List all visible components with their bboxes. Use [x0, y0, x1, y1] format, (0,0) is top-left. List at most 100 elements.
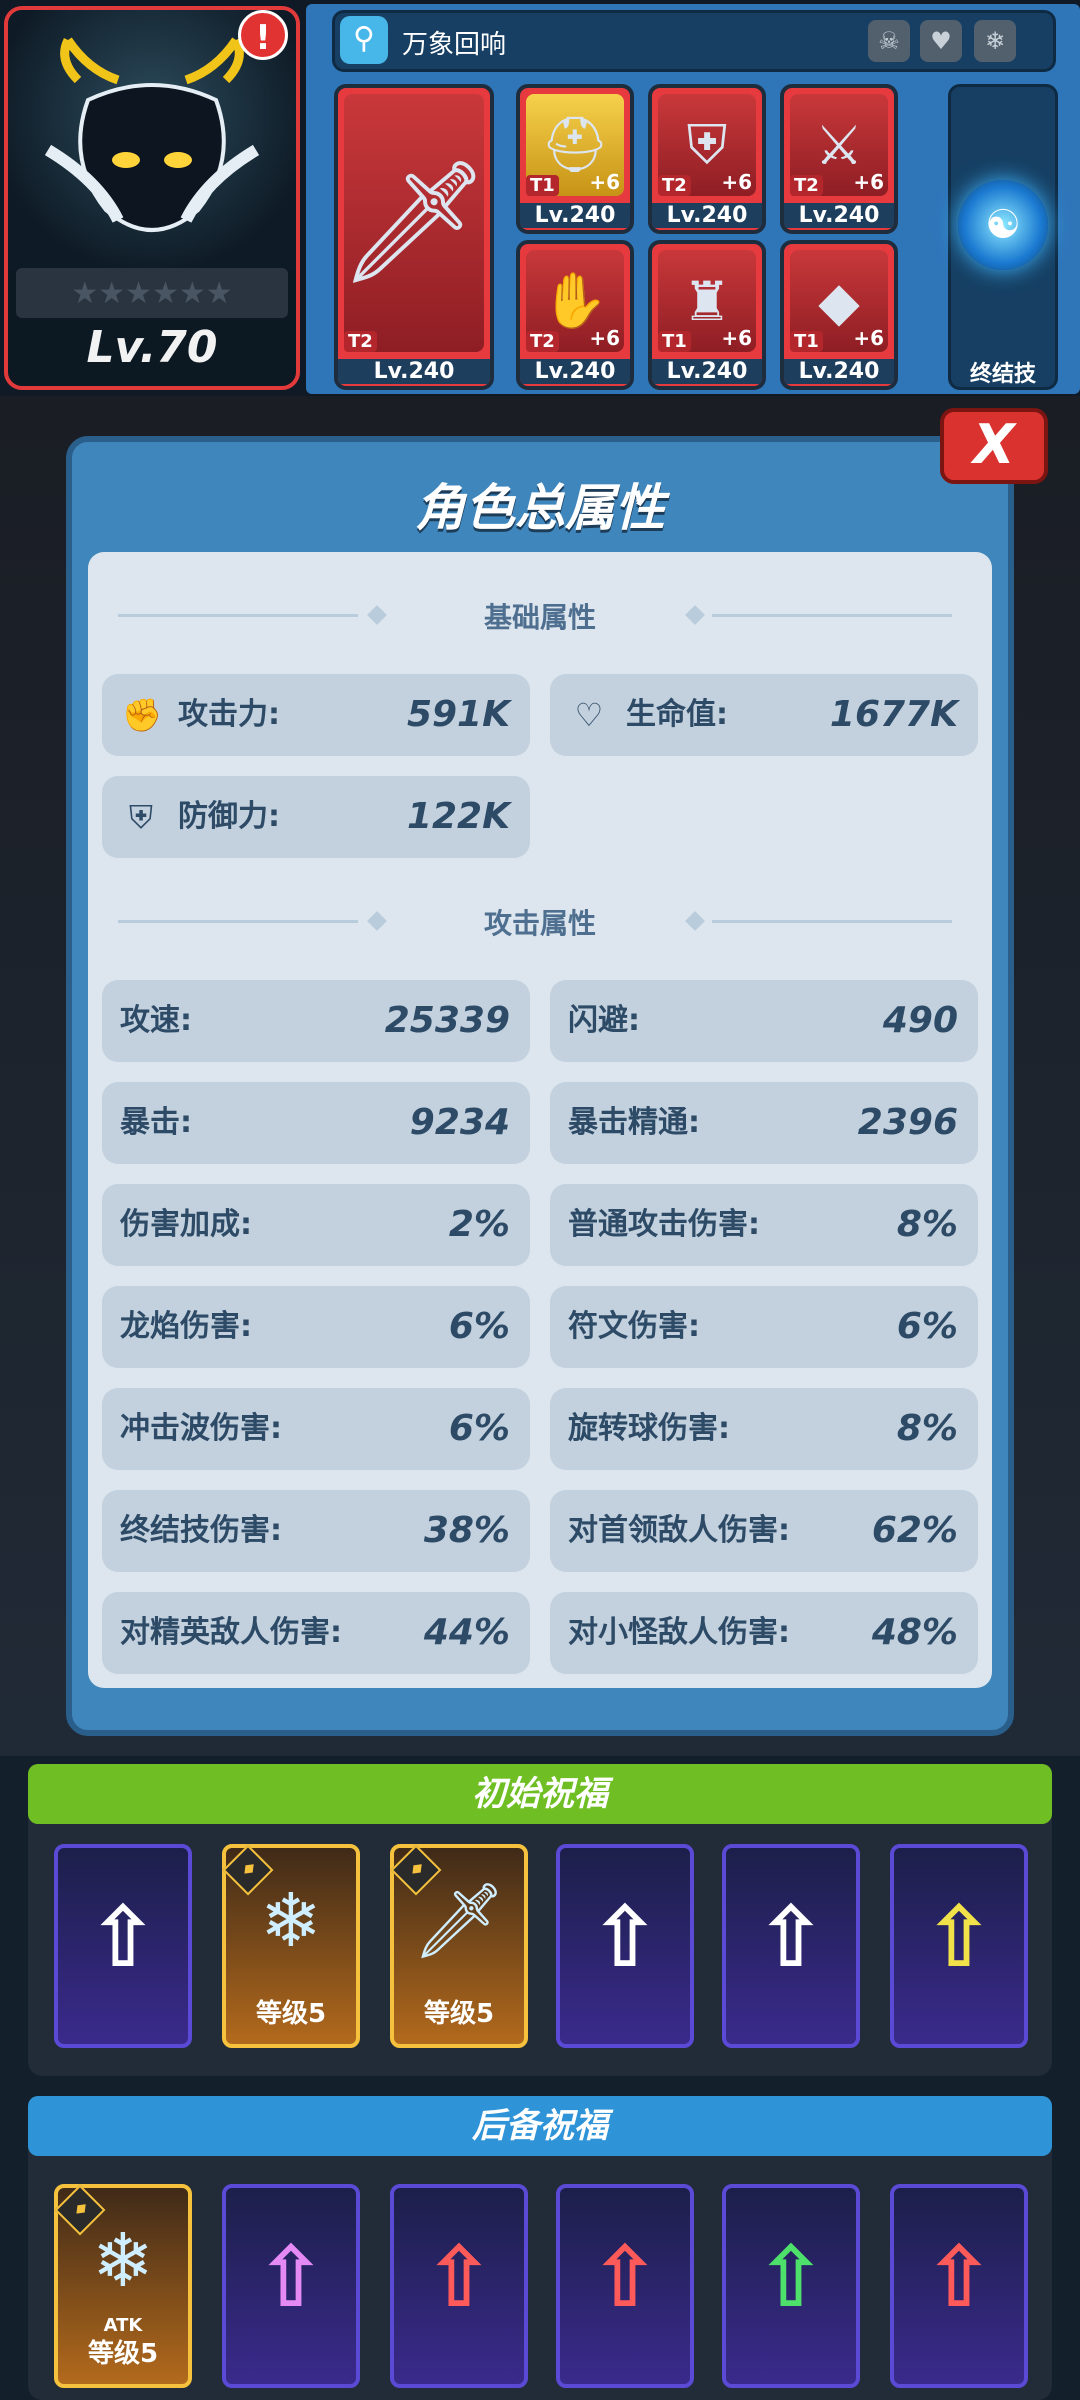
stat-value: 44% — [423, 1612, 510, 1653]
stat-shockwave-damage: 冲击波伤害: 6% — [102, 1388, 530, 1470]
stat-label: 对小怪敌人伤害: — [568, 1615, 790, 1650]
stat-value: 9234 — [409, 1102, 510, 1143]
shield-icon: ⛨ — [128, 798, 153, 836]
stat-label: 闪避: — [568, 1003, 640, 1038]
blessing-card-arrow[interactable]: ⇧ — [890, 2184, 1028, 2388]
up-arrow-icon: ⇧ — [755, 2228, 827, 2326]
slot-tier: T1 — [790, 331, 823, 352]
blessing-card-arrow[interactable]: ⇧ — [556, 1844, 694, 2048]
attack-icon: ✊ — [122, 696, 162, 734]
stat-value: 48% — [871, 1612, 958, 1653]
equipment-slot-helmet[interactable]: ⛑ T1 +6 Lv.240 — [516, 84, 634, 234]
stat-elite-damage: 对精英敌人伤害: 44% — [102, 1592, 530, 1674]
up-arrow-icon: ⇧ — [423, 2228, 495, 2326]
stat-value: 6% — [448, 1408, 510, 1449]
slot-plus: +6 — [721, 326, 752, 350]
slot-level: Lv.240 — [338, 359, 490, 384]
equipment-slot-gauntlet[interactable]: ✋ T2 +6 Lv.240 — [516, 240, 634, 390]
search-icon[interactable]: ⚲ — [340, 16, 388, 64]
stat-attack-speed: 攻速: 25339 — [102, 980, 530, 1062]
blessing-card-arrow[interactable]: ⇧ — [222, 2184, 360, 2388]
stat-value: 122K — [406, 796, 510, 837]
ice-sword-icon: 🗡 — [412, 1878, 506, 1964]
snowflake-filter-icon[interactable]: ❄ — [974, 20, 1016, 62]
slot-tier: T2 — [658, 175, 691, 196]
skill-level: 等级5 — [87, 2339, 159, 2369]
search-label: 万象回响 — [402, 30, 507, 60]
stat-label: 终结技伤害: — [120, 1513, 282, 1548]
blessing-card-skill[interactable]: ♦ ❄ 等级5 — [222, 1844, 360, 2048]
stat-dodge: 闪避: 490 — [550, 980, 978, 1062]
stat-label: 生命值: — [626, 697, 728, 732]
blessing-card-arrow[interactable]: ⇧ — [722, 2184, 860, 2388]
stat-damage-bonus: 伤害加成: 2% — [102, 1184, 530, 1266]
equipment-slot-cape[interactable]: ⚔ T2 +6 Lv.240 — [780, 84, 898, 234]
stat-crit: 暴击: 9234 — [102, 1082, 530, 1164]
stat-crit-mastery: 暴击精通: 2396 — [550, 1082, 978, 1164]
up-arrow-icon: ⇧ — [755, 1888, 827, 1986]
alert-badge-icon[interactable]: ! — [238, 10, 288, 60]
blessing-card-arrow[interactable]: ⇧ — [54, 1844, 192, 2048]
slot-plus: +6 — [853, 326, 884, 350]
skull-filter-icon[interactable]: ☠ — [868, 20, 910, 62]
stat-value: 6% — [896, 1306, 958, 1347]
stat-hp: ♡ 生命值: 1677K — [550, 674, 978, 756]
snow-vortex-icon: ❄ — [259, 1878, 322, 1964]
stat-value: 8% — [896, 1408, 958, 1449]
stat-label: 攻击力: — [178, 697, 280, 732]
up-arrow-icon: ⇧ — [589, 2228, 661, 2326]
stat-label: 冲击波伤害: — [120, 1411, 282, 1446]
slot-plus: +6 — [721, 170, 752, 194]
blessing-card-arrow[interactable]: ⇧ — [556, 2184, 694, 2388]
slot-plus: +6 — [589, 326, 620, 350]
slot-tier: T2 — [790, 175, 823, 196]
stat-value: 490 — [882, 1000, 958, 1041]
slot-tier: T2 — [344, 331, 377, 352]
heart-icon: ♡ — [574, 696, 604, 734]
skill-level: 等级5 — [255, 1999, 327, 2029]
up-arrow-icon: ⇧ — [923, 1888, 995, 1986]
stat-minion-damage: 对小怪敌人伤害: 48% — [550, 1592, 978, 1674]
slot-plus: +6 — [853, 170, 884, 194]
backup-blessings-header: 后备祝福 — [28, 2096, 1052, 2156]
stat-label: 攻速: — [120, 1003, 192, 1038]
stat-defense: ⛨ 防御力: 122K — [102, 776, 530, 858]
hero-portrait[interactable]: ★★★★★★ Lv.70 — [4, 6, 300, 390]
up-arrow-icon: ⇧ — [87, 1888, 159, 1986]
stat-label: 普通攻击伤害: — [568, 1207, 760, 1242]
stat-label: 伤害加成: — [120, 1207, 252, 1242]
ultimate-label: 终结技 — [969, 362, 1036, 387]
stat-label: 符文伤害: — [568, 1309, 700, 1344]
slot-plus: +6 — [589, 170, 620, 194]
snowflakes-icon: ❄ — [91, 2218, 154, 2304]
stat-rune-damage: 符文伤害: 6% — [550, 1286, 978, 1368]
up-arrow-icon: ⇧ — [255, 2228, 327, 2326]
equipment-slot-boots[interactable]: ♜ T1 +6 Lv.240 — [648, 240, 766, 390]
blessing-card-skill[interactable]: ♦ 🗡 等级5 — [390, 1844, 528, 2048]
skill-level: 等级5 — [423, 1999, 495, 2029]
slot-level: Lv.240 — [520, 203, 630, 228]
stat-boss-damage: 对首领敌人伤害: 62% — [550, 1490, 978, 1572]
equipment-slot-weapon[interactable]: 🗡 T2 Lv.240 — [334, 84, 494, 390]
equipment-slot-amulet[interactable]: ◆ T1 +6 Lv.240 — [780, 240, 898, 390]
slot-tier: T1 — [526, 175, 559, 196]
slot-tier: T2 — [526, 331, 559, 352]
close-button[interactable]: X — [940, 408, 1048, 484]
stat-ultimate-damage: 终结技伤害: 38% — [102, 1490, 530, 1572]
stat-label: 对精英敌人伤害: — [120, 1615, 342, 1650]
divider — [712, 614, 952, 617]
stat-value: 25339 — [384, 1000, 510, 1041]
slot-level: Lv.240 — [520, 359, 630, 384]
heart-filter-icon[interactable]: ♥ — [920, 20, 962, 62]
sword-icon: 🗡 — [338, 94, 490, 352]
blessing-card-arrow[interactable]: ⇧ — [390, 2184, 528, 2388]
blessing-card-skill[interactable]: ♦ ❄ ATK 等级5 — [54, 2184, 192, 2388]
blessing-card-arrow[interactable]: ⇧ — [722, 1844, 860, 2048]
divider — [712, 920, 952, 923]
blessing-card-arrow[interactable]: ⇧ — [890, 1844, 1028, 2048]
stat-label: 龙焰伤害: — [120, 1309, 252, 1344]
equipment-slot-armor[interactable]: ⛨ T2 +6 Lv.240 — [648, 84, 766, 234]
slot-level: Lv.240 — [652, 359, 762, 384]
stat-value: 6% — [448, 1306, 510, 1347]
slot-level: Lv.240 — [784, 203, 894, 228]
